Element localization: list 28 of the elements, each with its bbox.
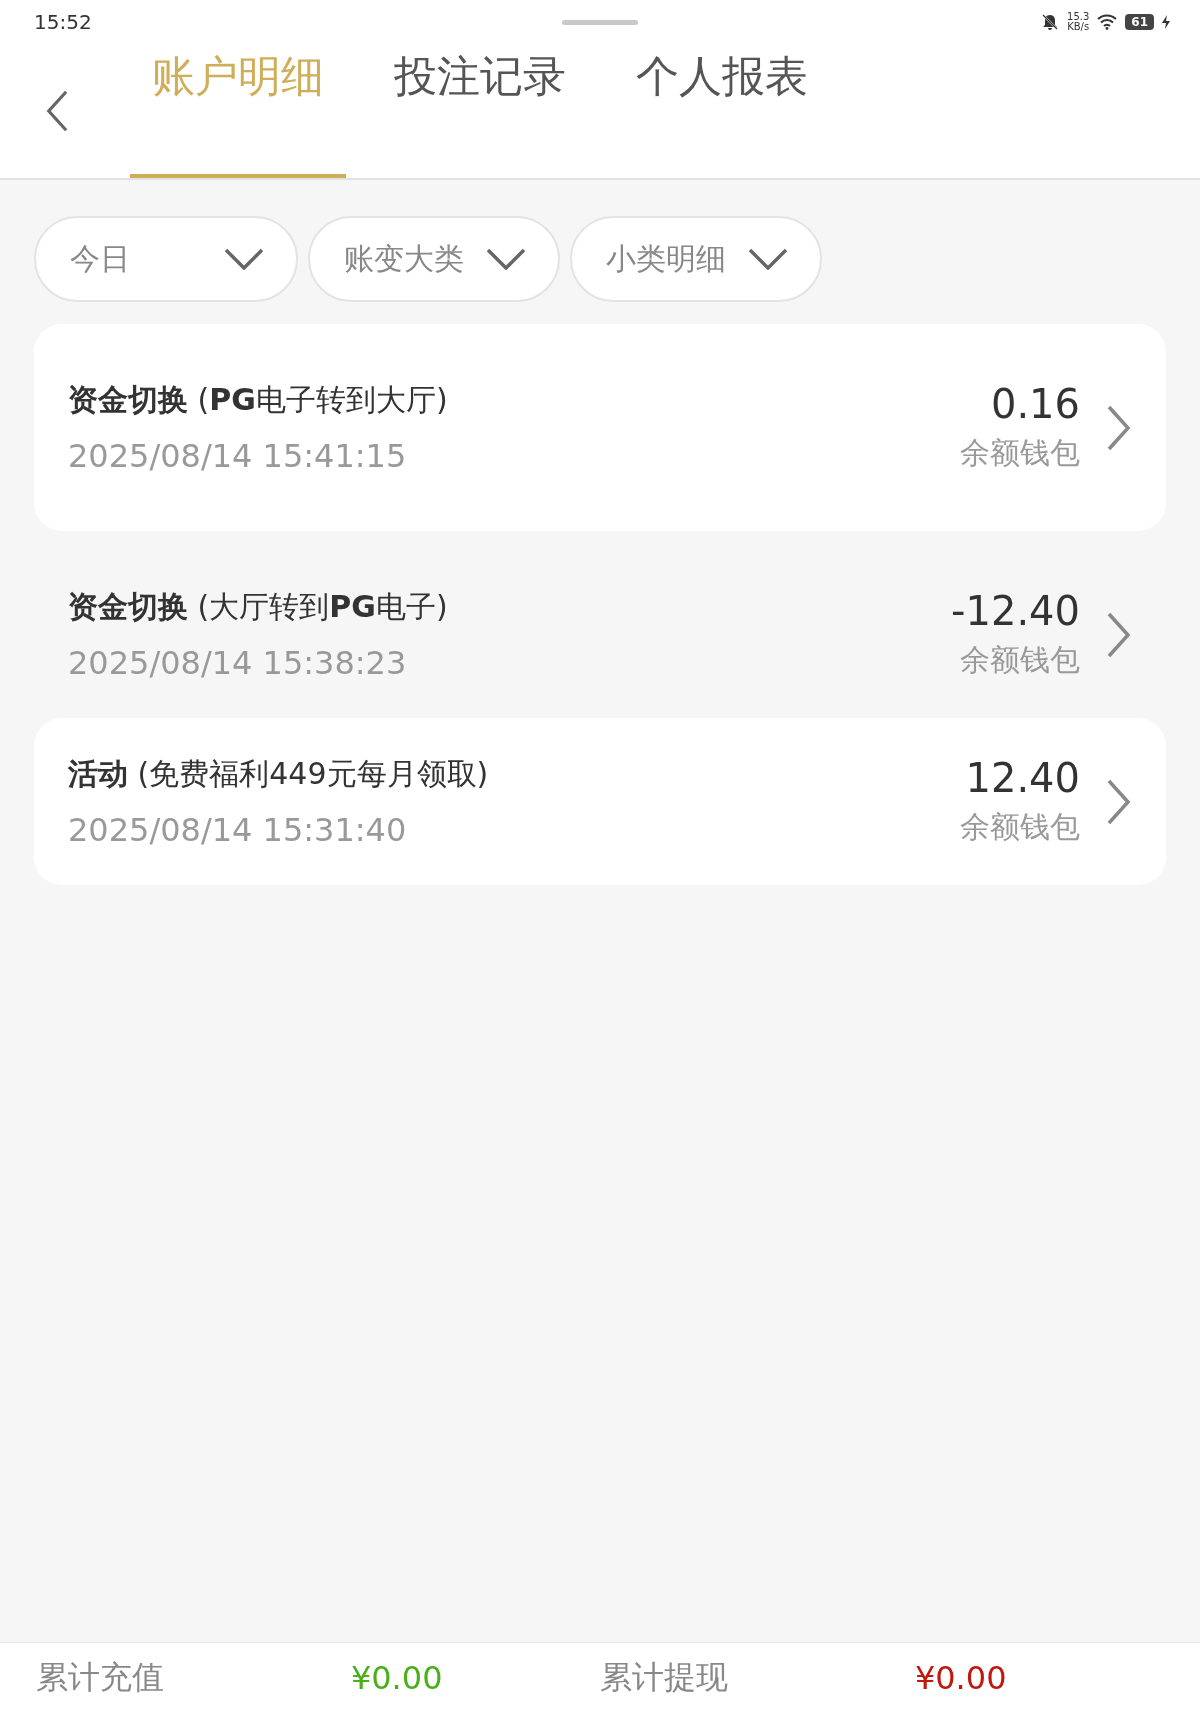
tab[interactable]: 投注记录 — [372, 44, 588, 178]
record-amount: -12.40 — [951, 588, 1080, 634]
record-wallet: 余额钱包 — [960, 641, 1080, 679]
record-amount: 12.40 — [965, 755, 1080, 801]
battery-level: 61 — [1125, 14, 1154, 30]
net-speed-unit: KB/s — [1067, 22, 1090, 32]
record-wallet: 余额钱包 — [960, 808, 1080, 846]
record-card[interactable]: 资金切换 (PG电子转到大厅) 2025/08/14 15:41:15 0.16 余额钱包 — [34, 324, 1166, 531]
record-time: 2025/08/14 15:41:15 — [68, 437, 408, 475]
total-label: 累计充值 — [36, 1657, 165, 1698]
net-speed: 15.3 — [1067, 12, 1090, 22]
tab[interactable]: 个人报表 — [614, 44, 830, 178]
record-title: 资金切换 (PG电子转到大厅) — [68, 381, 449, 419]
filter-dropdown[interactable]: 今日 — [34, 216, 298, 302]
record-wallet: 余额钱包 — [960, 434, 1080, 472]
status-time: 15:52 — [34, 10, 92, 34]
total-label: 累计提现 — [600, 1657, 729, 1698]
record-time: 2025/08/14 15:38:23 — [68, 644, 408, 682]
record-row[interactable]: 资金切换 (大厅转到PG电子) 2025/08/14 15:38:23 -12.40 余额钱包 — [34, 551, 1166, 718]
record-amount: 0.16 — [990, 381, 1080, 427]
filter-dropdown[interactable]: 账变大类 — [308, 216, 560, 302]
total-value: ¥0.00 — [350, 1659, 444, 1697]
record-title: 活动 (免费福利449元每月领取) — [68, 755, 490, 793]
record-card[interactable]: 活动 (免费福利449元每月领取) 2025/08/14 15:31:40 12.40 余额钱包 — [34, 718, 1166, 885]
record-time: 2025/08/14 15:31:40 — [68, 811, 408, 849]
record-title: 资金切换 (大厅转到PG电子) — [68, 588, 449, 626]
filter-dropdown[interactable]: 小类明细 — [570, 216, 822, 302]
total-value: ¥0.00 — [914, 1659, 1008, 1697]
